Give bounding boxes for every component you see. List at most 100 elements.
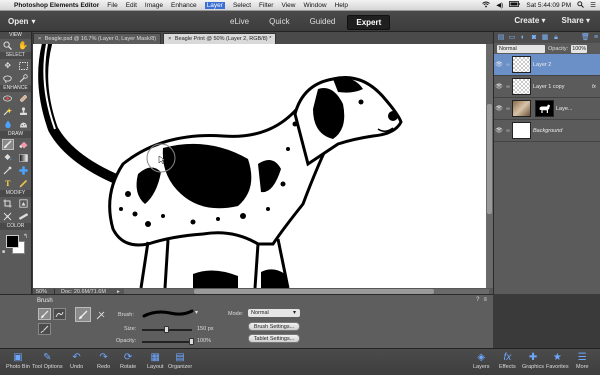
create-button[interactable]: Create ▾ xyxy=(514,16,545,25)
opacity-value[interactable]: 100% xyxy=(197,338,211,344)
size-slider[interactable] xyxy=(142,326,192,333)
menu-help[interactable]: Help xyxy=(335,2,348,9)
straighten-tool-icon[interactable] xyxy=(17,211,29,222)
mode-elive[interactable]: eLive xyxy=(222,15,257,30)
menu-file[interactable]: File xyxy=(107,2,117,9)
red-eye-tool-icon[interactable] xyxy=(2,93,14,104)
menu-image[interactable]: Image xyxy=(145,2,163,9)
color-replacement-button[interactable] xyxy=(38,323,51,335)
airbrush-toggle[interactable] xyxy=(75,307,91,322)
size-value[interactable]: 150 px xyxy=(197,326,214,332)
opacity-slider-knob[interactable] xyxy=(189,338,194,345)
visibility-eye-icon[interactable]: 👁︎ xyxy=(494,61,504,68)
layer-name[interactable]: Background xyxy=(533,128,600,134)
visibility-eye-icon[interactable]: 👁︎ xyxy=(494,127,504,134)
size-slider-knob[interactable] xyxy=(164,326,169,333)
layer-row[interactable]: 👁︎ ∞ Layer 1 copy fx xyxy=(494,76,600,98)
graphics-button[interactable]: ✚ Graphics xyxy=(522,351,544,370)
brush-settings-button[interactable]: Brush Settings... xyxy=(248,322,300,331)
spotlight-search-icon[interactable] xyxy=(577,0,585,10)
layer-row[interactable]: 👁︎ ∞ Layer 2 xyxy=(494,54,600,76)
image-canvas[interactable] xyxy=(33,44,486,288)
mode-guided[interactable]: Guided xyxy=(302,15,344,30)
pencil-tool-icon[interactable] xyxy=(17,178,29,189)
adjustment-layer-icon[interactable]: ◐ xyxy=(519,34,527,42)
vertical-scroll-thumb[interactable] xyxy=(487,104,492,214)
visibility-eye-icon[interactable]: 👁︎ xyxy=(494,105,504,112)
undo-button[interactable]: ↶ Undo xyxy=(70,351,83,370)
sponge-tool-icon[interactable] xyxy=(17,119,29,130)
photo-bin-button[interactable]: ▣ Photo Bin xyxy=(6,351,30,370)
layer-mask-thumbnail[interactable] xyxy=(535,100,554,117)
layers-button[interactable]: ◈ Layers xyxy=(473,351,490,370)
link-icon[interactable]: ∞ xyxy=(504,106,512,112)
marquee-tool-icon[interactable] xyxy=(17,60,29,71)
mode-expert[interactable]: Expert xyxy=(347,15,391,30)
layer-style-fx-icon[interactable]: fx xyxy=(592,84,600,90)
close-tab-icon[interactable]: × xyxy=(38,36,41,42)
impressionist-brush-button[interactable] xyxy=(53,308,66,320)
swap-colors-icon[interactable]: ↰ xyxy=(23,233,28,240)
gradient-tool-icon[interactable] xyxy=(17,152,29,163)
lasso-tool-icon[interactable] xyxy=(2,73,14,84)
layer-row[interactable]: 👁︎ ∞ Background xyxy=(494,120,600,142)
custom-shape-tool-icon[interactable] xyxy=(17,165,29,176)
link-icon[interactable]: ∞ xyxy=(504,128,512,134)
menu-layer[interactable]: Layer xyxy=(204,1,225,9)
foreground-color-swatch[interactable] xyxy=(6,235,19,248)
tablet-settings-button[interactable]: Tablet Settings... xyxy=(248,334,300,343)
layer-opacity-field[interactable]: 100% xyxy=(571,44,588,53)
spot-healing-tool-icon[interactable] xyxy=(17,93,29,104)
layer-mask-icon[interactable]: ◙ xyxy=(530,34,538,42)
move-tool-icon[interactable]: ✥ xyxy=(2,60,14,71)
lock-transparent-icon[interactable]: ▦ xyxy=(541,34,549,42)
link-icon[interactable]: ∞ xyxy=(504,84,512,90)
opacity-slider[interactable] xyxy=(142,338,194,345)
doc-tab-beagle-psd[interactable]: × Beagle.psd @ 16.7% (Layer 0, Layer Mas… xyxy=(33,33,162,44)
rotate-button[interactable]: ⟳ Rotate xyxy=(120,351,136,370)
layout-button[interactable]: ▦ Layout xyxy=(147,351,164,370)
close-tab-icon[interactable]: × xyxy=(168,36,171,42)
menu-view[interactable]: View xyxy=(281,2,295,9)
vertical-scrollbar[interactable] xyxy=(486,44,493,288)
layer-name[interactable]: Layer 1 copy xyxy=(533,84,592,90)
menubar-clock[interactable]: Sat 5:44:09 PM xyxy=(526,2,571,9)
paint-bucket-tool-icon[interactable] xyxy=(2,152,14,163)
options-menu-icon[interactable]: ≡ xyxy=(483,297,487,303)
content-aware-move-tool-icon[interactable] xyxy=(2,211,14,222)
tool-options-button[interactable]: ✎ Tool Options xyxy=(32,351,63,370)
tablet-pressure-toggle[interactable] xyxy=(93,307,109,322)
mode-quick[interactable]: Quick xyxy=(261,15,297,30)
open-button[interactable]: Open ▾ xyxy=(8,17,35,26)
recompose-tool-icon[interactable] xyxy=(17,198,29,209)
default-colors-icon[interactable]: ■ xyxy=(2,249,5,255)
hand-tool-icon[interactable]: ✋ xyxy=(17,40,29,51)
text-tool-icon[interactable]: T xyxy=(2,178,14,189)
more-button[interactable]: ☰ More xyxy=(576,351,589,370)
redo-button[interactable]: ↷ Redo xyxy=(97,351,110,370)
visibility-eye-icon[interactable]: 👁︎ xyxy=(494,83,504,90)
crop-tool-icon[interactable] xyxy=(2,198,14,209)
layer-row[interactable]: 👁︎ ∞ Laye... xyxy=(494,98,600,120)
new-layer-icon[interactable]: ▤ xyxy=(497,34,505,42)
brush-mode-button[interactable] xyxy=(38,308,51,320)
delete-layer-icon[interactable]: 🗑︎ xyxy=(581,34,590,42)
new-group-icon[interactable]: ▭ xyxy=(508,34,516,42)
eyedropper-tool-icon[interactable] xyxy=(2,165,14,176)
brush-preset-picker[interactable]: ▾ xyxy=(142,307,198,321)
doc-tab-beagle-print[interactable]: × Beagle Print @ 50% (Layer 2, RGB/8) * xyxy=(163,33,277,44)
blur-tool-icon[interactable] xyxy=(2,119,14,130)
eraser-tool-icon[interactable] xyxy=(17,139,29,150)
zoom-tool-icon[interactable] xyxy=(2,40,14,51)
help-icon[interactable]: ? xyxy=(476,297,479,303)
list-menu-icon[interactable]: ☰ xyxy=(590,1,596,9)
organizer-button[interactable]: ▤ Organizer xyxy=(168,351,192,370)
effects-button[interactable]: fx Effects xyxy=(499,351,516,370)
lock-all-icon[interactable]: 🔒︎ xyxy=(552,34,560,42)
blend-mode-select[interactable]: Normal xyxy=(497,44,545,53)
favorites-button[interactable]: ★ Favorites xyxy=(546,351,569,370)
smart-brush-tool-icon[interactable] xyxy=(2,106,14,117)
brush-tool-icon[interactable] xyxy=(1,139,14,150)
speaker-icon[interactable]: ◀) xyxy=(496,1,503,9)
layer-name[interactable]: Laye... xyxy=(556,106,600,112)
